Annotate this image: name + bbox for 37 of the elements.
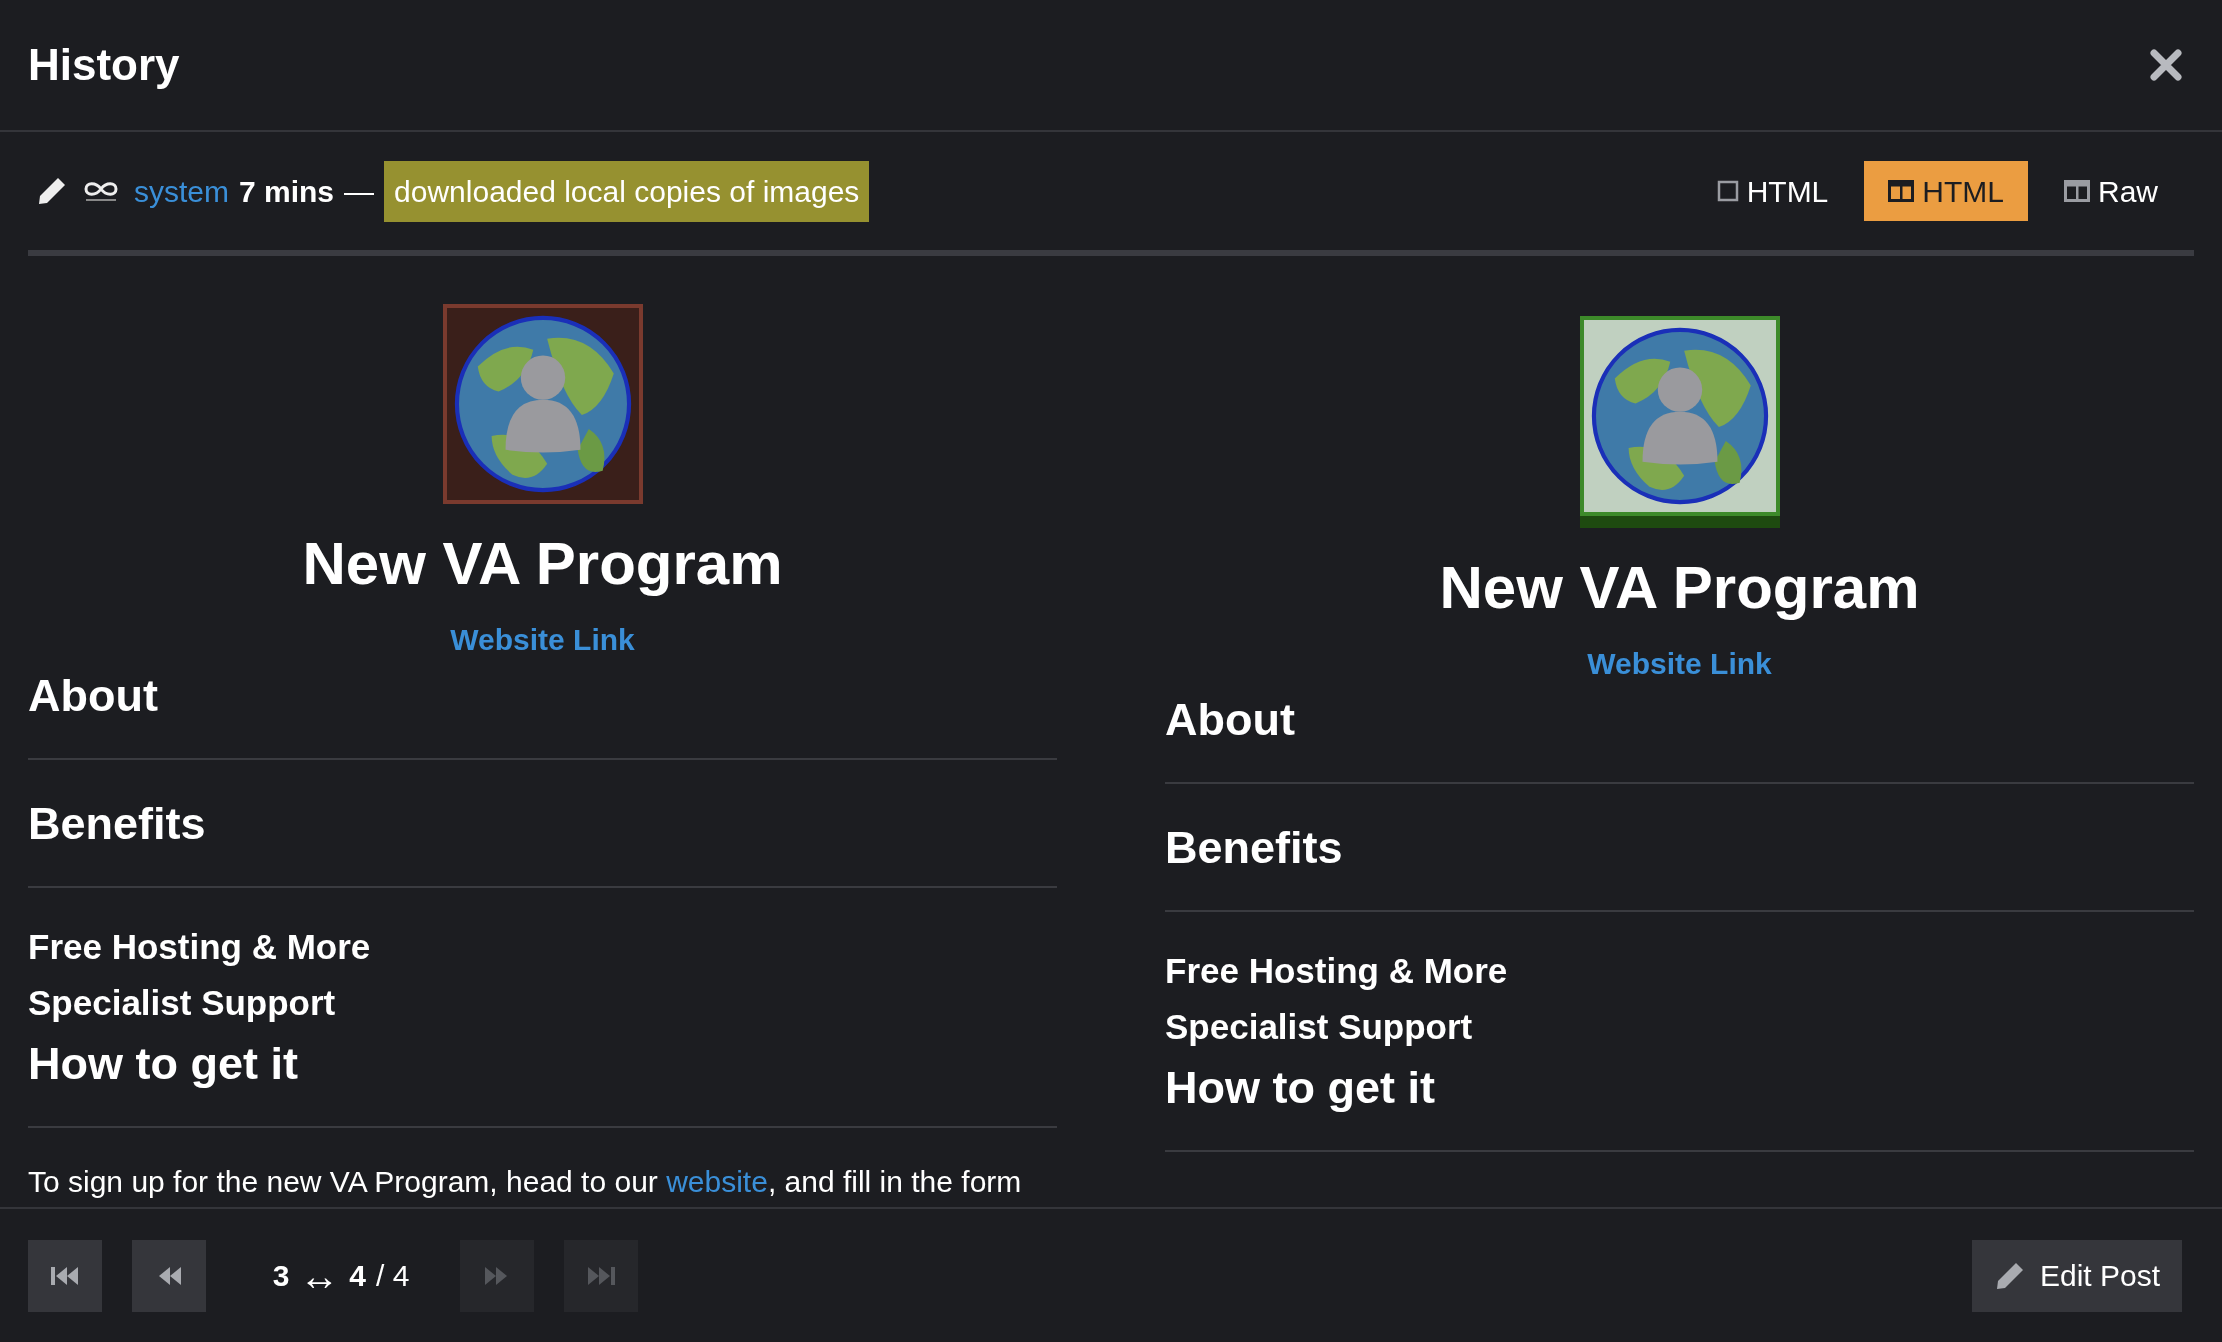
history-nav-button[interactable] [132,1239,206,1312]
square-icon [1716,180,1739,202]
revision-reason: downloaded local copies of images [384,160,870,222]
subsection-heading: Free Hosting & More [1165,950,1509,992]
section-heading: Benefits [1165,821,1344,875]
post-title: New VA Program [1439,553,1920,623]
inline-link[interactable]: website [666,1165,768,1198]
revision-total: / 4 [376,1258,410,1294]
view-mode-tab[interactable]: Raw [2040,161,2182,221]
revision-from: 3 [272,1258,290,1294]
section-heading: Benefits [28,797,207,851]
revision-to: 4 [349,1258,366,1294]
columns-icon [2064,180,2090,202]
revision-age: 7 mins [239,173,335,210]
view-mode-tab[interactable]: HTML [1692,161,1853,221]
dialog-title: History [28,39,180,91]
edit-post-button[interactable]: Edit Post [1971,1239,2182,1312]
section-heading: How to get it [1165,1061,1436,1115]
paragraph: To sign up for the new VA Program, head to our website, and fill in the form [28,1164,1023,1200]
website-link[interactable]: Website Link [1587,646,1772,682]
subsection-heading: Specialist Support [28,982,337,1024]
infinity-logo-icon [82,180,120,202]
history-nav-button[interactable] [28,1239,102,1312]
subsection-heading: Specialist Support [1165,1006,1474,1048]
columns-icon [1888,180,1915,202]
compare-arrow: ↔ [299,1260,340,1291]
pencil-icon [36,175,68,207]
close-icon [2149,48,2183,82]
section-heading: About [28,669,159,723]
section-heading: How to get it [28,1037,299,1091]
section-heading: About [1165,693,1296,747]
user-link[interactable]: system [134,168,229,214]
view-mode-tab[interactable]: HTML [1864,161,2028,221]
subsection-heading: Free Hosting & More [28,926,372,968]
separator: — [344,173,375,210]
post-title: New VA Program [302,529,783,599]
website-link[interactable]: Website Link [450,622,635,658]
